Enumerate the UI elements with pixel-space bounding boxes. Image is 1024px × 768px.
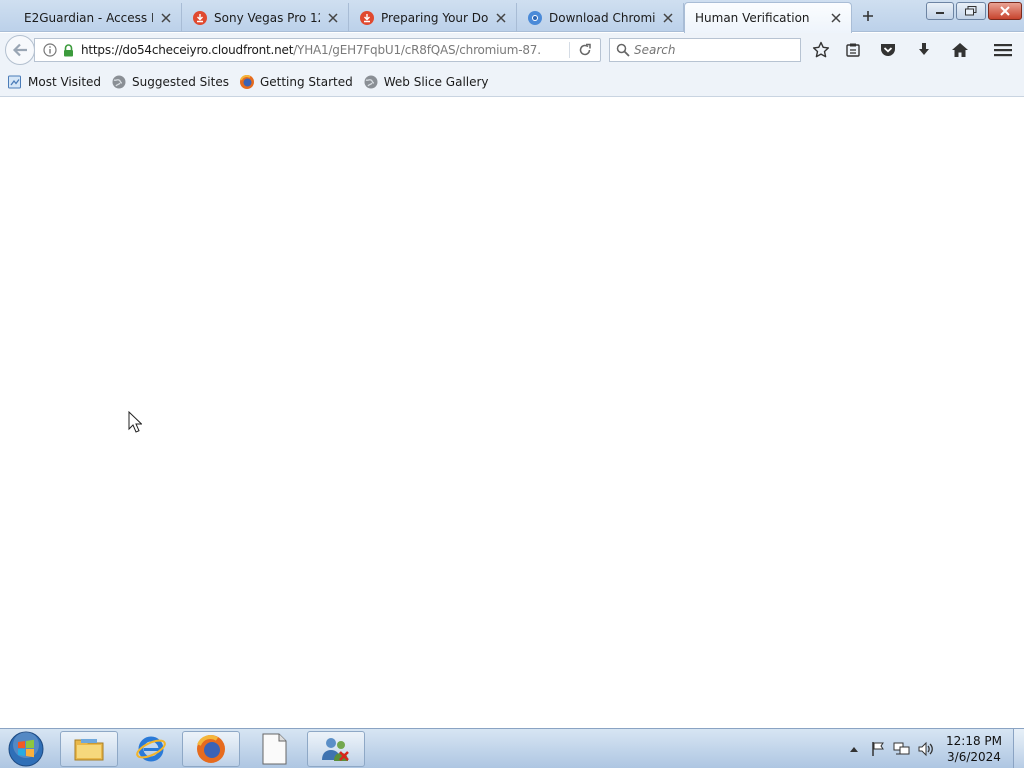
url-separator [569,42,570,58]
mouse-cursor-icon [128,411,142,433]
restore-button[interactable] [956,2,986,20]
tab-title: Download Chromi... [549,10,655,25]
taskbar-network-users[interactable] [307,731,365,767]
search-input[interactable] [634,43,794,57]
menu-button[interactable] [990,38,1016,62]
show-hidden-icons-button[interactable] [842,737,866,761]
document-icon [262,733,287,765]
close-icon[interactable] [661,11,675,25]
taskbar-document[interactable] [245,731,303,767]
clock-time: 12:18 PM [946,734,1002,748]
reload-icon [579,43,591,56]
tab-strip: E2Guardian - Access D... Sony Vegas Pro … [0,0,1024,33]
navigation-toolbar: https://do54checeiyro.cloudfront.net/YHA… [0,33,1024,68]
close-icon[interactable] [829,11,843,25]
bookmark-web-slice-gallery[interactable]: Web Slice Gallery [359,71,493,93]
users-network-icon [322,738,349,761]
close-window-button[interactable] [988,2,1022,20]
bookmark-suggested-sites[interactable]: Suggested Sites [107,71,233,93]
url-path: /YHA1/gEH7FqbU1/cR8fQAS/chromium-87.0.42… [293,43,541,57]
restore-icon [965,6,977,16]
home-button[interactable] [947,38,973,62]
firefox-icon [197,735,225,763]
bookmark-getting-started[interactable]: Getting Started [235,71,357,93]
tab-preparing-download[interactable]: Preparing Your Do... [349,3,517,32]
tab-title: Preparing Your Do... [381,10,488,25]
tab-title: Human Verification [695,11,810,25]
chromium-icon [527,10,543,26]
chevron-up-icon [850,747,858,752]
minimize-icon [936,12,944,14]
volume-button[interactable] [914,737,938,761]
bookmark-label: Suggested Sites [132,75,229,89]
close-icon[interactable] [326,11,340,25]
bookmark-label: Web Slice Gallery [383,75,489,89]
flag-icon [872,742,884,756]
plus-icon [863,11,873,21]
bookmark-label: Most Visited [28,75,102,89]
bookmarks-toolbar: Most Visited Suggested Sites Getting Sta… [0,68,1024,97]
star-icon [812,41,830,58]
downloads-button[interactable] [911,38,937,62]
taskbar-clock[interactable]: 12:18 PM 3/6/2024 [938,733,1010,765]
download-arrow-icon [919,43,929,55]
pocket-icon [881,44,895,56]
download-red-icon [192,10,208,26]
lock-icon[interactable] [61,39,75,61]
start-button[interactable] [6,731,46,767]
close-icon[interactable] [494,11,508,25]
taskbar-firefox[interactable] [182,731,240,767]
bookmark-label: Getting Started [259,75,353,89]
tab-title: Sony Vegas Pro 12 ... [214,10,320,25]
search-icon [612,39,634,61]
internet-explorer-icon [136,736,166,762]
info-icon[interactable] [39,39,61,61]
action-center-button[interactable] [866,737,890,761]
bookmark-most-visited[interactable]: Most Visited [3,71,105,93]
new-tab-button[interactable] [856,5,880,27]
windows-logo-icon [8,731,44,767]
globe-icon [111,74,127,90]
taskbar-explorer[interactable] [60,731,118,767]
back-button[interactable] [5,35,35,65]
reload-button[interactable] [576,41,594,59]
home-icon [952,43,968,57]
speaker-icon [918,741,933,757]
page-content [0,98,1024,728]
network-button[interactable] [890,737,914,761]
minimize-button[interactable] [926,2,954,20]
url-bar[interactable]: https://do54checeiyro.cloudfront.net/YHA… [34,38,601,62]
close-icon [1000,6,1010,16]
show-desktop-button[interactable] [1013,729,1024,768]
reading-list-button[interactable] [840,38,866,62]
windows-taskbar: 12:18 PM 3/6/2024 [0,728,1024,768]
download-red-icon [359,10,375,26]
tab-sony-vegas[interactable]: Sony Vegas Pro 12 ... [182,3,349,32]
back-arrow-icon [12,43,27,57]
system-tray [842,729,938,768]
network-icon [893,742,910,755]
blank-icon [10,10,18,26]
bookmark-folder-icon [7,74,23,90]
pocket-button[interactable] [875,38,901,62]
folder-icon [74,739,104,761]
clipboard-icon [846,43,860,57]
tab-download-chromium[interactable]: Download Chromi... [517,3,684,32]
firefox-icon [239,74,255,90]
hamburger-menu-icon [994,44,1012,57]
tab-e2guardian[interactable]: E2Guardian - Access D... [0,3,182,32]
url-text[interactable]: https://do54checeiyro.cloudfront.net/YHA… [81,43,541,57]
close-icon[interactable] [159,11,173,25]
bookmark-star-button[interactable] [808,38,834,62]
clock-date: 3/6/2024 [947,750,1001,764]
tab-title: E2Guardian - Access D... [24,10,153,25]
url-host: https://do54checeiyro.cloudfront.net [81,43,294,57]
globe-icon [363,74,379,90]
taskbar-internet-explorer[interactable] [122,731,180,767]
search-box[interactable] [609,38,801,62]
tab-human-verification[interactable]: Human Verification [684,2,852,33]
